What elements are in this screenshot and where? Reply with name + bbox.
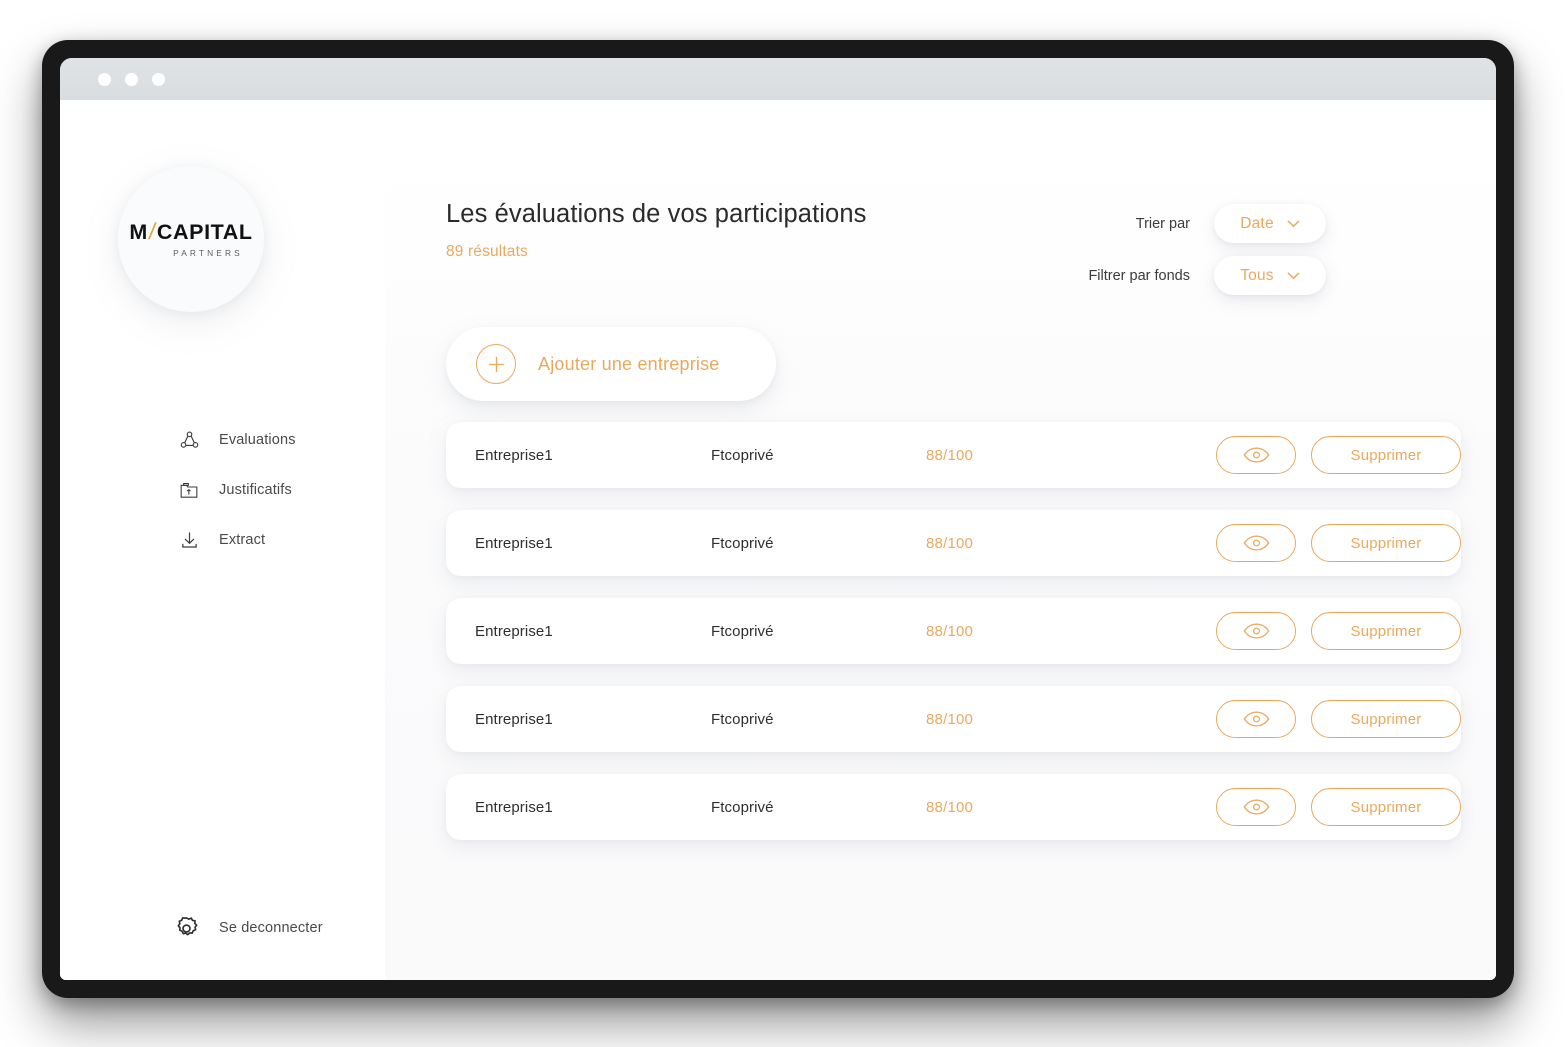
plus-icon xyxy=(476,344,516,384)
table-row: Entreprise1 Ftcoprivé 88/100 Supprimer xyxy=(446,686,1461,752)
device-frame: M / CAPITAL PARTNERS Evaluations Justifi… xyxy=(42,40,1514,998)
table-row: Entreprise1 Ftcoprivé 88/100 Supprimer xyxy=(446,510,1461,576)
delete-label: Supprimer xyxy=(1350,446,1422,464)
row-actions: Supprimer xyxy=(1216,700,1461,738)
sidebar-item-extract[interactable]: Extract xyxy=(60,515,385,565)
score-value: 88/100 xyxy=(926,534,974,552)
company-name: Entreprise1 xyxy=(475,534,553,552)
add-company-label: Ajouter une entreprise xyxy=(538,353,720,374)
brand-logo-tagline: PARTNERS xyxy=(173,247,243,258)
row-actions: Supprimer xyxy=(1216,524,1461,562)
eye-icon xyxy=(1243,711,1269,727)
eye-icon xyxy=(1243,623,1269,639)
row-actions: Supprimer xyxy=(1216,612,1461,650)
brand-logo: M / CAPITAL PARTNERS xyxy=(118,166,264,312)
view-button[interactable] xyxy=(1216,524,1296,562)
browser-toolbar xyxy=(60,100,1496,157)
row-actions: Supprimer xyxy=(1216,788,1461,826)
fund-name: Ftcoprivé xyxy=(711,534,774,552)
view-button[interactable] xyxy=(1216,436,1296,474)
row-actions: Supprimer xyxy=(1216,436,1461,474)
company-name: Entreprise1 xyxy=(475,446,553,464)
network-icon xyxy=(178,429,200,451)
delete-button[interactable]: Supprimer xyxy=(1311,436,1461,474)
fund-name: Ftcoprivé xyxy=(711,798,774,816)
company-name: Entreprise1 xyxy=(475,710,553,728)
filter-control: Filtrer par fonds Tous xyxy=(1088,256,1326,295)
logout-button[interactable]: Se deconnecter xyxy=(60,914,323,942)
score-value: 88/100 xyxy=(926,798,974,816)
company-name: Entreprise1 xyxy=(475,798,553,816)
sidebar-nav: Evaluations Justificatifs Extract xyxy=(60,415,385,565)
table-row: Entreprise1 Ftcoprivé 88/100 Supprimer xyxy=(446,598,1461,664)
window-titlebar xyxy=(60,58,1496,100)
sort-label: Trier par xyxy=(1135,215,1190,232)
delete-label: Supprimer xyxy=(1350,798,1422,816)
download-icon xyxy=(178,529,200,551)
page-title: Les évaluations de vos participations xyxy=(446,200,867,228)
application-root: M / CAPITAL PARTNERS Evaluations Justifi… xyxy=(60,157,1496,980)
filter-value: Tous xyxy=(1240,266,1274,284)
table-row: Entreprise1 Ftcoprivé 88/100 Supprimer xyxy=(446,774,1461,840)
sort-control: Trier par Date xyxy=(1136,204,1326,243)
brand-logo-capital: CAPITAL xyxy=(156,220,253,245)
gear-icon xyxy=(172,914,200,942)
folder-upload-icon xyxy=(178,479,200,501)
results-count: 89 résultats xyxy=(446,243,528,260)
delete-label: Supprimer xyxy=(1350,622,1422,640)
delete-button[interactable]: Supprimer xyxy=(1311,788,1461,826)
filter-dropdown[interactable]: Tous xyxy=(1214,256,1326,295)
sidebar-item-label: Extract xyxy=(219,532,266,548)
score-value: 88/100 xyxy=(926,446,974,464)
company-name: Entreprise1 xyxy=(475,622,553,640)
evaluations-list: Entreprise1 Ftcoprivé 88/100 Supprimer Entre… xyxy=(446,422,1461,862)
eye-icon xyxy=(1243,799,1269,815)
delete-button[interactable]: Supprimer xyxy=(1311,524,1461,562)
delete-button[interactable]: Supprimer xyxy=(1311,700,1461,738)
brand-logo-m: M xyxy=(129,220,148,245)
close-button[interactable] xyxy=(98,72,111,86)
sidebar-item-evaluations[interactable]: Evaluations xyxy=(60,415,385,465)
eye-icon xyxy=(1243,535,1269,551)
browser-window: M / CAPITAL PARTNERS Evaluations Justifi… xyxy=(60,58,1496,980)
sidebar-item-label: Evaluations xyxy=(219,432,296,448)
delete-label: Supprimer xyxy=(1350,710,1422,728)
score-value: 88/100 xyxy=(926,622,974,640)
filter-label: Filtrer par fonds xyxy=(1088,267,1190,284)
table-row: Entreprise1 Ftcoprivé 88/100 Supprimer xyxy=(446,422,1461,488)
view-button[interactable] xyxy=(1216,788,1296,826)
main-content: Les évaluations de vos participations 89… xyxy=(385,157,1496,980)
sidebar-item-label: Justificatifs xyxy=(219,482,292,498)
sidebar: M / CAPITAL PARTNERS Evaluations Justifi… xyxy=(60,157,385,980)
view-button[interactable] xyxy=(1216,700,1296,738)
chevron-down-icon xyxy=(1287,271,1300,279)
chevron-down-icon xyxy=(1287,219,1300,227)
sort-value: Date xyxy=(1240,214,1274,232)
fund-name: Ftcoprivé xyxy=(711,622,774,640)
eye-icon xyxy=(1243,447,1269,463)
brand-logo-wordmark: M / CAPITAL xyxy=(129,218,253,245)
sidebar-item-justificatifs[interactable]: Justificatifs xyxy=(60,465,385,515)
maximize-button[interactable] xyxy=(152,72,165,86)
add-company-button[interactable]: Ajouter une entreprise xyxy=(446,327,776,401)
view-button[interactable] xyxy=(1216,612,1296,650)
minimize-button[interactable] xyxy=(125,72,138,86)
delete-label: Supprimer xyxy=(1350,534,1422,552)
sort-dropdown[interactable]: Date xyxy=(1214,204,1326,243)
delete-button[interactable]: Supprimer xyxy=(1311,612,1461,650)
fund-name: Ftcoprivé xyxy=(711,710,774,728)
score-value: 88/100 xyxy=(926,710,974,728)
logout-label: Se deconnecter xyxy=(219,920,323,936)
fund-name: Ftcoprivé xyxy=(711,446,774,464)
